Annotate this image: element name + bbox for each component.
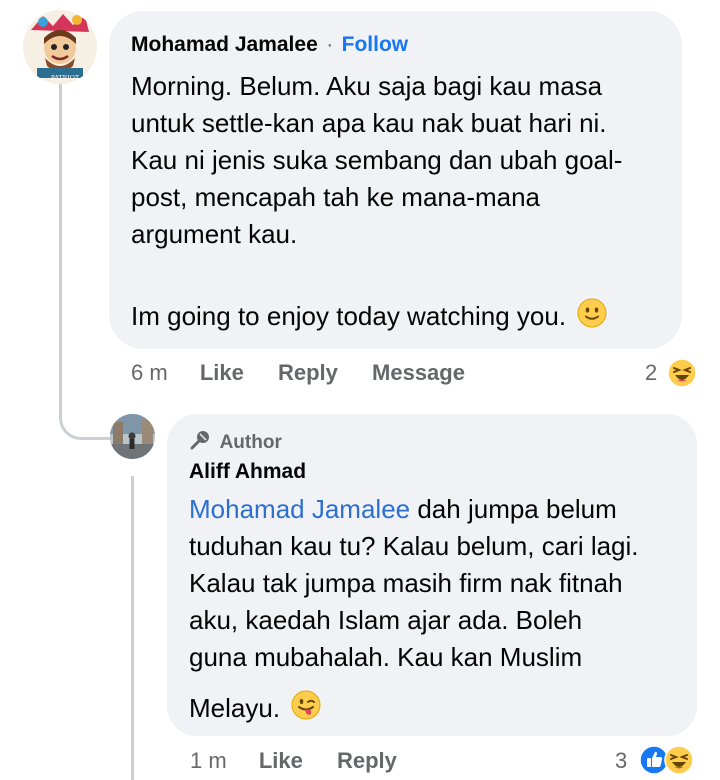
like-button[interactable]: Like <box>200 360 244 385</box>
reply-time[interactable]: 1 m <box>190 748 227 773</box>
avatar-caption: PATRIOT <box>51 74 80 82</box>
author-badge-label: Author <box>219 432 282 454</box>
comment-line: post, mencapah tah ke mana-mana <box>131 182 541 212</box>
laughing-face-icon <box>664 745 694 780</box>
comment-bubble: Mohamad Jamalee · Follow Morning. Belum.… <box>109 11 682 349</box>
separator-dot: · <box>326 33 334 56</box>
reply-line: Melayu. <box>189 693 281 723</box>
reaction-summary[interactable]: 2 <box>645 360 657 386</box>
comment-time[interactable]: 6 m <box>131 360 168 385</box>
comment-line: argument kau. <box>131 219 298 249</box>
mention-link[interactable]: Mohamad Jamalee <box>189 494 410 524</box>
reply-line: tuduhan kau tu? Kalau belum, cari lagi. <box>189 531 639 561</box>
reply-actions: 1 m Like Reply <box>190 748 397 774</box>
comment-text: Morning. Belum. Aku saja bagi kau masa u… <box>131 68 622 253</box>
slightly-smiling-face-icon <box>577 298 607 338</box>
reply-bubble: Author Aliff Ahmad Mohamad Jamalee dah j… <box>167 414 697 736</box>
reply-line: guna mubahalah. Kau kan Muslim <box>189 642 583 672</box>
message-button[interactable]: Message <box>372 360 465 385</box>
reply-first-line: Mohamad Jamalee dah jumpa belum <box>189 491 639 528</box>
reply-last-line: Melayu. <box>189 690 321 730</box>
reply-author[interactable]: Aliff Ahmad <box>189 460 306 484</box>
cartoon-character-avatar-icon <box>23 10 97 84</box>
thread-line <box>59 84 62 414</box>
reaction-count: 3 <box>615 748 628 773</box>
reply-text: Mohamad Jamalee dah jumpa belum tuduhan … <box>189 491 639 676</box>
comment-line: untuk settle-kan apa kau nak buat hari n… <box>131 108 607 138</box>
reply-line: Kalau tak jumpa masih firm nak fitnah <box>189 568 623 598</box>
thread-curve <box>59 405 114 440</box>
follow-button[interactable]: Follow <box>342 33 409 56</box>
comment-last-line: Im going to enjoy today watching you. <box>131 298 607 338</box>
comment-line: Im going to enjoy today watching you. <box>131 301 567 331</box>
comment-author[interactable]: Mohamad Jamalee <box>131 33 318 56</box>
laughing-face-icon <box>667 358 697 393</box>
comment-actions: 6 m Like Reply Message <box>131 360 465 386</box>
comment-line: Morning. Belum. Aku saja bagi kau masa <box>131 71 603 101</box>
winking-tongue-face-icon <box>291 690 321 730</box>
reply-line: aku, kaedah Islam ajar ada. Boleh <box>189 605 583 635</box>
author-badge: Author <box>189 430 282 456</box>
like-button[interactable]: Like <box>259 748 303 773</box>
avatar[interactable]: PATRIOT <box>23 10 97 84</box>
avatar[interactable] <box>110 414 155 459</box>
reply-thread-line <box>131 476 134 780</box>
person-photo-avatar-icon <box>110 414 155 459</box>
reaction-count: 2 <box>645 360 658 385</box>
comment-line: Kau ni jenis suka sembang dan ubah goal- <box>131 145 623 175</box>
microphone-icon <box>189 430 211 456</box>
reaction-summary[interactable]: 3 <box>615 748 627 774</box>
reply-button[interactable]: Reply <box>278 360 338 385</box>
reply-button[interactable]: Reply <box>337 748 397 773</box>
reply-line: dah jumpa belum <box>410 494 617 524</box>
